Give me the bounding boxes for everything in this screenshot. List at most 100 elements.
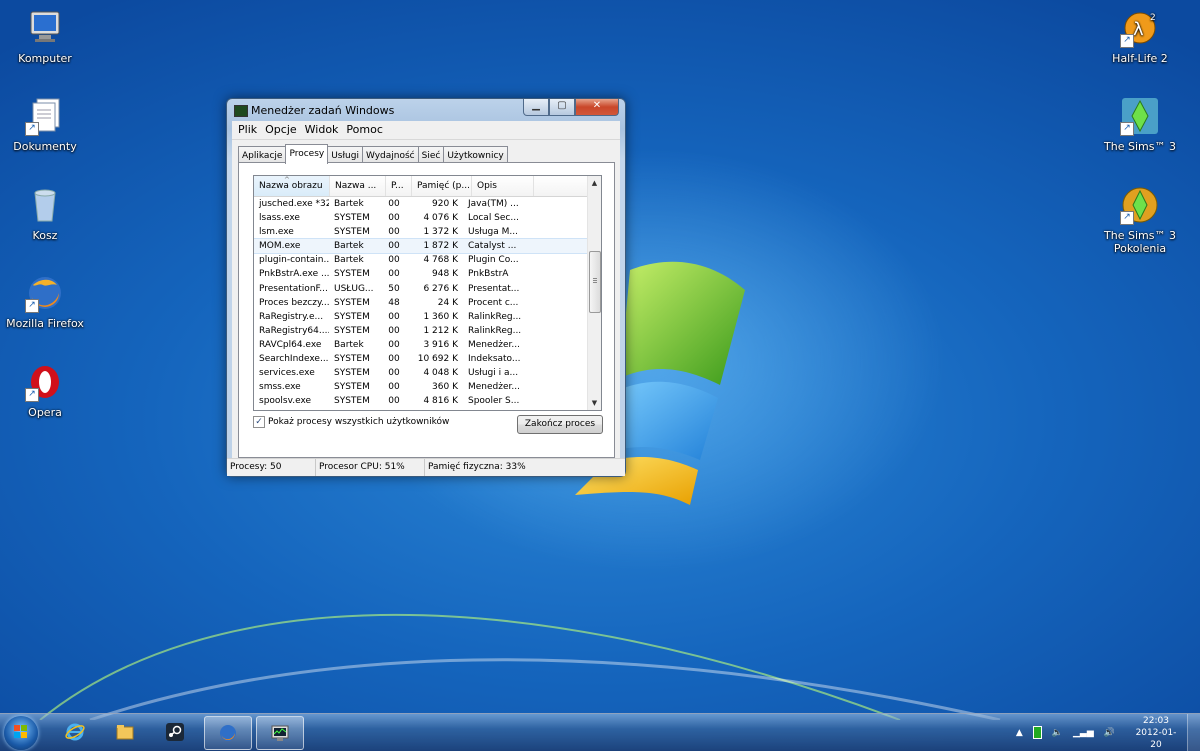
show-all-processes-checkbox[interactable]: ✓ Pokaż procesy wszystkich użytkowników xyxy=(253,416,449,428)
battery-icon[interactable] xyxy=(1032,726,1042,739)
process-cell: Plugin Co... xyxy=(468,255,519,266)
desktop-icon-label: Kosz xyxy=(32,229,58,242)
close-button[interactable]: ✕ xyxy=(575,99,619,116)
speaker-alert-icon[interactable]: 🔈 xyxy=(1052,728,1063,738)
process-row[interactable]: lsm.exe SYSTEM 00 1 372 K Usługa M... xyxy=(254,225,587,239)
clock-time: 22:03 xyxy=(1143,715,1169,726)
minimize-button[interactable]: ▁ xyxy=(523,99,549,116)
column-header-memory[interactable]: Pamięć (p... xyxy=(412,176,472,196)
process-cell: 00 xyxy=(388,227,400,238)
process-cell: 920 K xyxy=(432,199,458,209)
shortcut-arrow-icon: ↗ xyxy=(25,388,39,402)
menu-pomoc[interactable]: Pomoc xyxy=(343,121,387,139)
process-cell: PnkBstrA xyxy=(468,269,509,280)
process-list[interactable]: ^ Nazwa obrazu Nazwa ... P... Pamięć (p..… xyxy=(253,175,602,411)
process-row[interactable]: PnkBstrA.exe ... SYSTEM 00 948 K PnkBstrA xyxy=(254,267,587,281)
scroll-down-arrow-icon[interactable]: ▼ xyxy=(588,396,601,410)
process-cell: 48 xyxy=(388,297,400,308)
column-header-image-name[interactable]: ^ Nazwa obrazu xyxy=(254,176,330,196)
process-cell: Java(TM) ... xyxy=(468,199,519,209)
volume-icon[interactable]: 🔊 xyxy=(1104,728,1115,738)
window-client: Aplikacje Procesy Usługi Wydajność Sieć … xyxy=(232,139,620,471)
desktop-icon-label: Opera xyxy=(28,406,62,419)
taskbar-internet-explorer[interactable] xyxy=(52,716,98,748)
shortcut-arrow-icon: ↗ xyxy=(1120,122,1134,136)
taskbar-explorer[interactable] xyxy=(102,716,148,748)
process-row[interactable]: spoolsv.exe SYSTEM 00 4 816 K Spooler S... xyxy=(254,394,587,408)
process-cell: 6 276 K xyxy=(423,283,458,294)
process-cell: 4 076 K xyxy=(423,213,458,224)
desktop-icon-sims3-pokolenia[interactable]: ↗ The Sims™ 3 Pokolenia xyxy=(1098,185,1182,255)
show-hidden-icons-arrow-icon[interactable]: ▲ xyxy=(1016,728,1023,738)
process-cell: 3 916 K xyxy=(423,339,458,350)
process-row[interactable]: RAVCpl64.exe Bartek 00 3 916 K Menedżer... xyxy=(254,338,587,352)
menu-plik[interactable]: Plik xyxy=(235,121,262,139)
svg-text:2: 2 xyxy=(1150,13,1156,23)
system-tray: ▲ 🔈 ▁▃▅ 🔊 22:03 2012-01-20 xyxy=(1011,714,1182,751)
vertical-scrollbar[interactable]: ▲ ▼ xyxy=(587,176,601,410)
process-row[interactable]: MOM.exe Bartek 00 1 872 K Catalyst ... xyxy=(254,238,588,255)
computer-icon xyxy=(25,8,65,48)
end-process-button[interactable]: Zakończ proces xyxy=(517,415,603,434)
process-row[interactable]: plugin-contain... Bartek 00 4 768 K Plugin C… xyxy=(254,253,587,267)
taskbar-task-manager[interactable] xyxy=(256,716,304,750)
process-row[interactable]: smss.exe SYSTEM 00 360 K Menedżer... xyxy=(254,380,587,394)
shortcut-arrow-icon: ↗ xyxy=(25,122,39,136)
desktop-icon-dokumenty[interactable]: ↗ Dokumenty xyxy=(3,96,87,153)
desktop-icon-sims3[interactable]: ↗ The Sims™ 3 xyxy=(1098,96,1182,153)
svg-text:λ: λ xyxy=(1133,19,1144,40)
process-cell: 24 K xyxy=(437,297,458,308)
desktop-icon-half-life-2[interactable]: λ2 ↗ Half-Life 2 xyxy=(1098,8,1182,65)
task-manager-window[interactable]: Menedżer zadań Windows ▁ ▢ ✕ Plik Opcje … xyxy=(226,98,626,477)
process-cell: Usługi i a... xyxy=(468,368,519,379)
desktop-icon-firefox[interactable]: ↗ Mozilla Firefox xyxy=(3,273,87,330)
process-cell: SYSTEM xyxy=(334,368,370,379)
process-cell: Local Sec... xyxy=(468,213,519,224)
process-cell: SYSTEM xyxy=(334,311,370,322)
process-row[interactable]: RaRegistry64.... SYSTEM 00 1 212 K RalinkReg… xyxy=(254,324,587,338)
taskbar-steam[interactable] xyxy=(152,716,198,748)
clock[interactable]: 22:03 2012-01-20 xyxy=(1130,715,1182,751)
shortcut-arrow-icon: ↗ xyxy=(25,299,39,313)
taskbar-firefox[interactable] xyxy=(204,716,252,750)
process-row[interactable]: RaRegistry.e... SYSTEM 00 1 360 K RalinkReg.… xyxy=(254,310,587,324)
process-row[interactable]: lsass.exe SYSTEM 00 4 076 K Local Sec... xyxy=(254,211,587,225)
show-desktop-button[interactable] xyxy=(1187,714,1200,751)
desktop-icon-label: Half-Life 2 xyxy=(1112,52,1168,65)
column-header-cpu[interactable]: P... xyxy=(386,176,412,196)
column-header-user-name[interactable]: Nazwa ... xyxy=(330,176,386,196)
maximize-button[interactable]: ▢ xyxy=(549,99,575,116)
process-row[interactable]: SearchIndexe... SYSTEM 00 10 692 K Indeksato… xyxy=(254,352,587,366)
task-manager-icon xyxy=(271,725,289,741)
process-cell: Bartek xyxy=(334,339,364,350)
process-row[interactable]: services.exe SYSTEM 00 4 048 K Usługi i a... xyxy=(254,366,587,380)
half-life-2-icon: λ2 ↗ xyxy=(1120,8,1160,48)
show-all-label: Pokaż procesy wszystkich użytkowników xyxy=(268,417,450,427)
process-row[interactable]: Proces bezczy... SYSTEM 48 24 K Procent c... xyxy=(254,296,587,310)
desktop-icon-kosz[interactable]: Kosz xyxy=(3,185,87,242)
start-button[interactable] xyxy=(4,716,38,750)
column-header-description[interactable]: Opis xyxy=(472,176,534,196)
tab-procesy[interactable]: Procesy xyxy=(285,144,329,164)
process-cell: 1 872 K xyxy=(423,241,458,252)
process-row[interactable]: PresentationF... USŁUG... 50 6 276 K Present… xyxy=(254,282,587,296)
menu-opcje[interactable]: Opcje xyxy=(262,121,302,139)
network-signal-icon[interactable]: ▁▃▅ xyxy=(1073,728,1094,738)
process-cell: 50 xyxy=(388,283,400,294)
process-row[interactable]: jusched.exe *32 Bartek 00 920 K Java(TM) ... xyxy=(254,197,587,211)
scroll-thumb[interactable] xyxy=(589,251,601,313)
process-cell: RaRegistry64.... xyxy=(259,325,329,336)
desktop-icon-opera[interactable]: ↗ Opera xyxy=(3,362,87,419)
scroll-up-arrow-icon[interactable]: ▲ xyxy=(588,176,601,190)
desktop-icon-komputer[interactable]: Komputer xyxy=(3,8,87,65)
process-cell: 10 692 K xyxy=(417,354,458,365)
internet-explorer-icon xyxy=(65,723,85,741)
process-cell: PnkBstrA.exe ... xyxy=(259,269,329,280)
title-bar[interactable]: Menedżer zadań Windows ▁ ▢ ✕ xyxy=(227,99,625,121)
status-cpu: Procesor CPU: 51% xyxy=(316,459,425,476)
process-cell: Spooler S... xyxy=(468,396,520,407)
process-cell: 00 xyxy=(388,269,400,280)
firefox-icon xyxy=(220,725,236,741)
processes-panel: ^ Nazwa obrazu Nazwa ... P... Pamięć (p..… xyxy=(238,162,615,458)
menu-widok[interactable]: Widok xyxy=(302,121,344,139)
